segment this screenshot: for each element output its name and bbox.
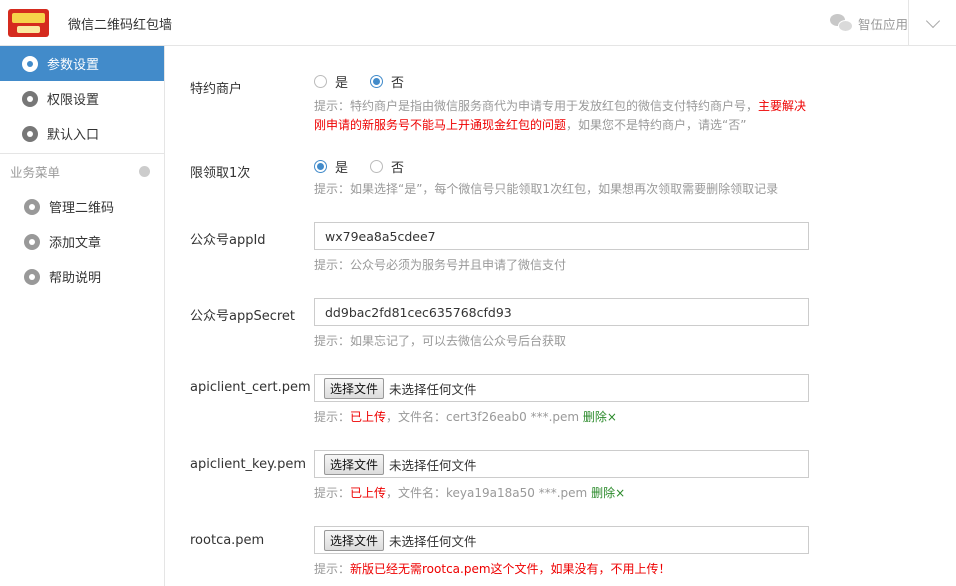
gear-icon — [22, 90, 38, 107]
field-label: 公众号appSecret — [190, 309, 296, 324]
delete-key-link[interactable]: 删除× — [591, 486, 625, 500]
hint-text: 提示： — [314, 486, 351, 500]
delete-cert-link[interactable]: 删除× — [583, 410, 617, 424]
key-file-input[interactable]: 选择文件 未选择任何文件 — [314, 450, 809, 478]
special-merchant-no-radio[interactable]: 否 — [370, 72, 404, 91]
appsecret-input[interactable] — [314, 298, 809, 326]
sidebar-item-help[interactable]: 帮助说明 — [0, 259, 164, 294]
sidebar-section-title: 业务菜单 — [10, 165, 61, 180]
sidebar-item-default-entry[interactable]: 默认入口 — [0, 116, 164, 151]
cert-file-input[interactable]: 选择文件 未选择任何文件 — [314, 374, 809, 402]
radio-label: 是 — [335, 161, 349, 176]
field-label: apiclient_key.pem — [190, 457, 306, 472]
sidebar-item-params[interactable]: 参数设置 — [0, 46, 164, 81]
sidebar-item-label: 默认入口 — [47, 128, 100, 143]
radio-circle — [370, 160, 384, 173]
hint-text: 提示： — [314, 410, 351, 424]
header-app-label: 智伍应用 — [857, 16, 908, 32]
field-hint: 提示：特约商户是指由微信服务商代为申请专用于发放红包的微信支付特约商户号，主要解… — [314, 97, 814, 135]
app-title: 微信二维码红包墙 — [68, 18, 173, 33]
field-hint: 提示：新版已经无需rootca.pem这个文件，如果没有，不用上传！ — [314, 560, 814, 579]
special-merchant-yes-radio[interactable]: 是 — [314, 72, 348, 91]
field-hint: 提示：已上传，文件名：cert3f26eab0 ***.pem 删除× — [314, 408, 814, 427]
sidebar-item-label: 管理二维码 — [49, 201, 115, 216]
hint-text: 提示： — [314, 562, 351, 576]
choose-file-button[interactable]: 选择文件 — [324, 453, 385, 475]
gear-icon — [24, 198, 40, 215]
sidebar-section-business[interactable]: 业务菜单 — [0, 153, 164, 189]
top-header: 微信二维码红包墙 智伍应用 — [0, 0, 956, 46]
collapse-dot-icon — [139, 166, 150, 177]
choose-file-button[interactable]: 选择文件 — [324, 377, 385, 399]
gear-icon — [24, 233, 40, 250]
app-logo — [8, 9, 49, 37]
field-label: 公众号appId — [190, 233, 266, 248]
file-name-text: ，文件名：keya19a18a50 ***.pem — [386, 486, 588, 500]
field-hint: 提示：已上传，文件名：keya19a18a50 ***.pem 删除× — [314, 484, 814, 503]
gear-icon — [22, 55, 38, 72]
radio-label: 否 — [391, 76, 405, 91]
sidebar: 参数设置 权限设置 默认入口 业务菜单 管理二维码 添加文章 帮助说明 — [0, 46, 165, 586]
no-file-text: 未选择任何文件 — [389, 533, 477, 549]
field-label: rootca.pem — [190, 533, 265, 548]
no-file-text: 未选择任何文件 — [389, 457, 477, 473]
field-hint: 提示：公众号必须为服务号并且申请了微信支付 — [314, 258, 567, 272]
radio-circle — [314, 160, 327, 173]
gear-icon — [22, 125, 38, 142]
header-dropdown-button[interactable] — [908, 0, 956, 46]
sidebar-item-label: 参数设置 — [47, 58, 100, 73]
field-label: 特约商户 — [190, 82, 243, 97]
chevron-down-icon — [925, 13, 940, 28]
sidebar-item-manage-qrcode[interactable]: 管理二维码 — [0, 189, 164, 224]
sidebar-item-label: 帮助说明 — [49, 271, 102, 286]
field-label: 限领取1次 — [190, 166, 251, 181]
appid-input[interactable] — [314, 222, 809, 250]
hint-text: ，如果您不是特约商户，请选“否” — [566, 118, 747, 132]
choose-file-button[interactable]: 选择文件 — [324, 529, 385, 551]
file-name-text: ，文件名：cert3f26eab0 ***.pem — [386, 410, 580, 424]
limit-once-no-radio[interactable]: 否 — [370, 157, 404, 176]
radio-circle — [314, 75, 327, 88]
field-label: apiclient_cert.pem — [190, 380, 311, 395]
gear-icon — [24, 268, 40, 285]
header-app-link[interactable]: 智伍应用 — [829, 0, 908, 46]
settings-form: 特约商户 是 否 提示：特约商户是指由微信服务商代为申请专用于发放红包的微信支付… — [166, 46, 956, 586]
sidebar-item-label: 添加文章 — [49, 236, 102, 251]
radio-label: 否 — [391, 161, 405, 176]
uploaded-status: 已上传 — [350, 410, 387, 424]
uploaded-status: 已上传 — [350, 486, 387, 500]
sidebar-item-permissions[interactable]: 权限设置 — [0, 81, 164, 116]
field-hint: 提示：如果选择“是”，每个微信号只能领取1次红包，如果想再次领取需要删除领取记录 — [314, 182, 779, 196]
wechat-icon — [829, 14, 853, 32]
field-hint: 提示：如果忘记了，可以去微信公众号后台获取 — [314, 334, 567, 348]
sidebar-item-add-article[interactable]: 添加文章 — [0, 224, 164, 259]
radio-label: 是 — [335, 76, 349, 91]
no-file-text: 未选择任何文件 — [389, 381, 477, 397]
radio-circle — [370, 75, 384, 88]
hint-warning: 新版已经无需rootca.pem这个文件，如果没有，不用上传！ — [350, 562, 671, 576]
rootca-file-input[interactable]: 选择文件 未选择任何文件 — [314, 526, 809, 554]
sidebar-item-label: 权限设置 — [47, 93, 100, 108]
limit-once-yes-radio[interactable]: 是 — [314, 157, 348, 176]
hint-text: 提示：特约商户是指由微信服务商代为申请专用于发放红包的微信支付特约商户号， — [314, 99, 759, 113]
